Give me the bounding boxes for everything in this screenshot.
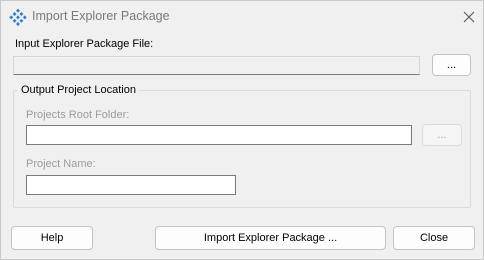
close-icon[interactable] xyxy=(459,7,479,27)
title-bar[interactable]: Import Explorer Package xyxy=(1,1,483,33)
browse-root-folder-button[interactable]: ... xyxy=(422,124,462,146)
project-name-label: Project Name: xyxy=(26,158,96,170)
input-package-field[interactable] xyxy=(13,56,420,75)
close-button[interactable]: Close xyxy=(393,226,475,250)
project-name-input[interactable] xyxy=(26,175,236,195)
output-group-title: Output Project Location xyxy=(18,84,139,96)
help-button[interactable]: Help xyxy=(11,226,93,250)
projects-root-folder-input[interactable] xyxy=(26,125,412,145)
diamond-grid-icon xyxy=(9,8,27,26)
projects-root-folder-label: Projects Root Folder: xyxy=(26,109,130,121)
import-explorer-package-button[interactable]: Import Explorer Package ... xyxy=(155,226,386,250)
browse-input-package-button[interactable]: ... xyxy=(432,54,471,76)
import-explorer-package-dialog: Import Explorer Package Input Explorer P… xyxy=(0,0,484,260)
input-package-label: Input Explorer Package File: xyxy=(15,38,154,50)
window-title: Import Explorer Package xyxy=(32,9,170,23)
